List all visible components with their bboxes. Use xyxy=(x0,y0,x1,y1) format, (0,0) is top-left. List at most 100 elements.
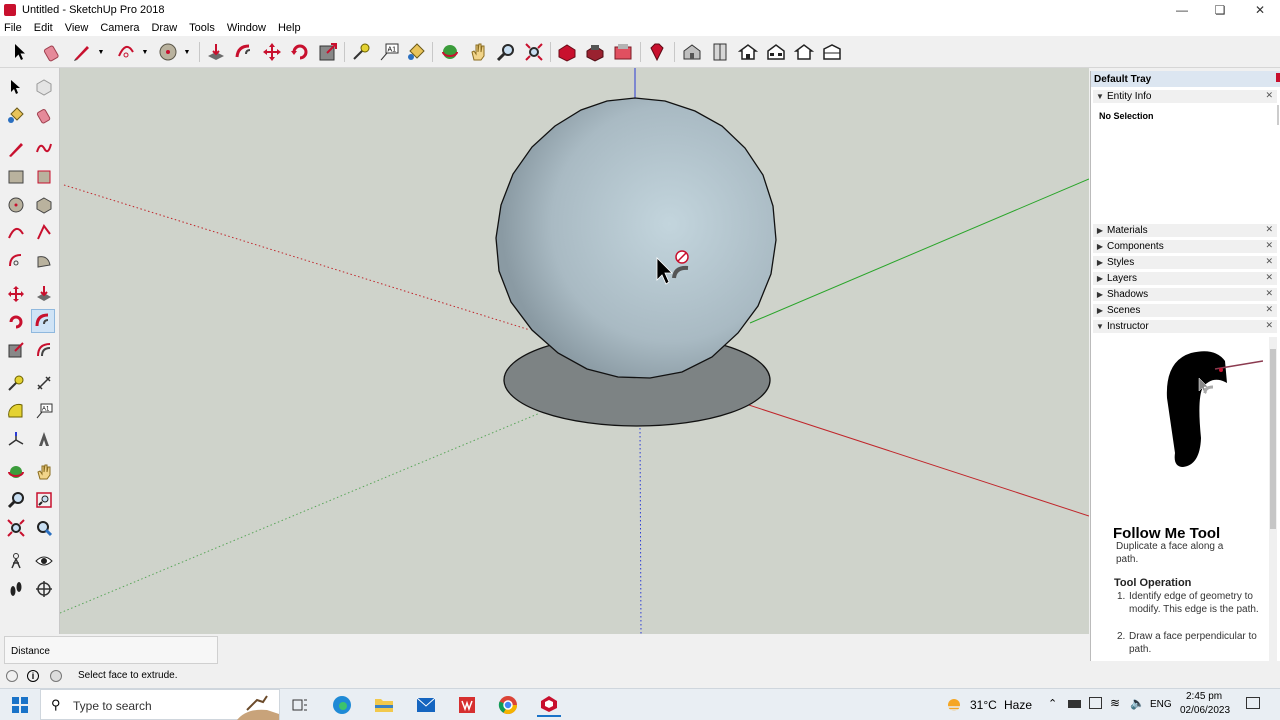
styles-panel-header[interactable]: ▶ Styles ✕ xyxy=(1093,256,1277,270)
select-tool-button[interactable] xyxy=(4,75,28,99)
menu-view[interactable]: View xyxy=(65,22,89,34)
make-component-button[interactable] xyxy=(32,75,56,99)
menu-file[interactable]: File xyxy=(4,22,22,34)
walk-button[interactable] xyxy=(4,577,28,601)
text-button[interactable]: A1 xyxy=(32,399,56,423)
view-front-button[interactable] xyxy=(736,40,760,64)
view-iso-button[interactable] xyxy=(680,40,704,64)
user-account-icon[interactable] xyxy=(50,670,62,682)
wifi-icon[interactable]: ≋ xyxy=(1110,696,1120,710)
position-camera-button[interactable] xyxy=(4,549,28,573)
view-left-button[interactable] xyxy=(820,40,844,64)
tape-measure-button[interactable] xyxy=(4,371,28,395)
three-point-arc-button[interactable] xyxy=(4,249,28,273)
shape-tool-dropdown[interactable]: ▼ xyxy=(180,40,194,64)
menu-help[interactable]: Help xyxy=(278,22,301,34)
measurements-box[interactable]: Distance xyxy=(4,636,218,664)
dimension-button[interactable] xyxy=(32,371,56,395)
file-explorer-button[interactable] xyxy=(372,693,396,717)
freehand-button[interactable] xyxy=(32,137,56,161)
line-tool-dropdown[interactable]: ▼ xyxy=(94,40,108,64)
menu-tools[interactable]: Tools xyxy=(189,22,215,34)
scrollbar-thumb[interactable] xyxy=(1270,349,1276,529)
close-panel-icon[interactable]: ✕ xyxy=(1265,272,1273,283)
shape-tool-button[interactable] xyxy=(156,40,180,64)
close-panel-icon[interactable]: ✕ xyxy=(1265,256,1273,267)
entity-info-scrollbar[interactable] xyxy=(1277,105,1279,125)
3d-warehouse-button[interactable] xyxy=(555,40,579,64)
battery-icon[interactable] xyxy=(1068,700,1081,708)
move-tool-button[interactable] xyxy=(260,40,284,64)
clock-time[interactable]: 2:45 pm xyxy=(1186,691,1222,702)
components-panel-header[interactable]: ▶ Components ✕ xyxy=(1093,240,1277,254)
offset-button[interactable] xyxy=(32,338,56,362)
follow-me-button[interactable] xyxy=(31,309,55,333)
language-indicator[interactable]: ENG xyxy=(1150,699,1172,710)
entity-info-panel-header[interactable]: ▼ Entity Info ✕ xyxy=(1093,90,1277,104)
pan-button[interactable] xyxy=(32,460,56,484)
weather-icon[interactable] xyxy=(942,693,966,717)
zoom-extents-button[interactable] xyxy=(4,516,28,540)
menu-camera[interactable]: Camera xyxy=(100,22,139,34)
clock-date[interactable]: 02/06/2023 xyxy=(1180,705,1230,716)
two-point-arc-button[interactable] xyxy=(32,221,56,245)
rotate-tool-button[interactable] xyxy=(288,40,312,64)
geo-location-icon[interactable] xyxy=(6,670,18,682)
3d-text-button[interactable] xyxy=(32,427,56,451)
taskbar-search-box[interactable]: ⚲ Type to search xyxy=(40,689,280,720)
drawing-viewport[interactable] xyxy=(60,68,1089,634)
network-icon[interactable] xyxy=(1089,697,1102,709)
push-pull-button[interactable] xyxy=(32,282,56,306)
circle-button[interactable] xyxy=(4,193,28,217)
mail-button[interactable] xyxy=(414,693,438,717)
zoom-tool-button[interactable] xyxy=(494,40,518,64)
arc-tool-button[interactable] xyxy=(114,40,138,64)
rectangle-button[interactable] xyxy=(4,165,28,189)
instructor-scrollbar[interactable] xyxy=(1269,337,1277,661)
close-panel-icon[interactable]: ✕ xyxy=(1265,304,1273,315)
text-tool-button[interactable]: A1 xyxy=(377,40,401,64)
rotated-rectangle-button[interactable] xyxy=(32,165,56,189)
start-button[interactable] xyxy=(8,693,32,717)
office-app-button[interactable] xyxy=(455,693,479,717)
edge-button[interactable] xyxy=(330,693,354,717)
rotate-button[interactable] xyxy=(4,310,28,334)
restore-button[interactable]: ❏ xyxy=(1200,0,1240,20)
section-plane-button[interactable] xyxy=(32,577,56,601)
eraser-tool-button[interactable] xyxy=(40,40,64,64)
close-panel-icon[interactable]: ✕ xyxy=(1265,90,1273,101)
arc-button[interactable] xyxy=(4,221,28,245)
close-panel-icon[interactable]: ✕ xyxy=(1265,224,1273,235)
volume-icon[interactable]: 🔈 xyxy=(1130,696,1145,710)
materials-panel-header[interactable]: ▶ Materials ✕ xyxy=(1093,224,1277,238)
task-view-button[interactable] xyxy=(288,693,312,717)
zoom-extents-tool-button[interactable] xyxy=(522,40,546,64)
menu-window[interactable]: Window xyxy=(227,22,266,34)
tape-measure-tool-button[interactable] xyxy=(349,40,373,64)
scale-button[interactable] xyxy=(4,338,28,362)
model-scene[interactable] xyxy=(60,68,1089,634)
menu-draw[interactable]: Draw xyxy=(151,22,177,34)
sketchup-taskbar-button[interactable] xyxy=(537,693,561,717)
sphere-profile[interactable] xyxy=(495,97,777,379)
instructor-panel-header[interactable]: ▼ Instructor ✕ xyxy=(1093,320,1277,334)
look-around-button[interactable] xyxy=(32,549,56,573)
scenes-panel-header[interactable]: ▶ Scenes ✕ xyxy=(1093,304,1277,318)
extension-warehouse-button[interactable] xyxy=(611,40,635,64)
arc-tool-dropdown[interactable]: ▼ xyxy=(138,40,152,64)
pie-button[interactable] xyxy=(32,249,56,273)
zoom-window-button[interactable] xyxy=(32,488,56,512)
orbit-tool-button[interactable] xyxy=(438,40,462,64)
axes-button[interactable] xyxy=(4,427,28,451)
close-panel-icon[interactable]: ✕ xyxy=(1265,288,1273,299)
orbit-button[interactable] xyxy=(4,460,28,484)
share-model-button[interactable] xyxy=(583,40,607,64)
push-pull-tool-button[interactable] xyxy=(204,40,228,64)
protractor-button[interactable] xyxy=(4,399,28,423)
scale-tool-button[interactable] xyxy=(316,40,340,64)
move-button[interactable] xyxy=(4,282,28,306)
previous-view-button[interactable] xyxy=(32,516,56,540)
polygon-button[interactable] xyxy=(32,193,56,217)
minimize-button[interactable]: — xyxy=(1162,0,1202,20)
line-button[interactable] xyxy=(4,137,28,161)
